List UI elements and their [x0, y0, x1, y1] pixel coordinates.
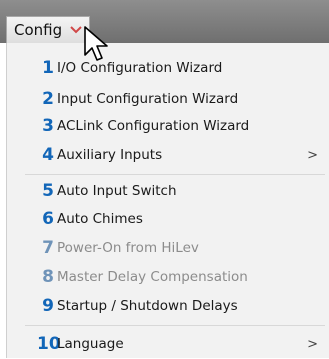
chevron-down-icon[interactable] [68, 22, 84, 38]
menu-item-number: 7 [42, 238, 54, 258]
menu-item-number: 3 [42, 116, 54, 136]
menu-item-power-on-from-hilev: 7 Power-On from HiLev [7, 233, 329, 263]
menu-item-label: Auto Chimes [57, 211, 143, 227]
config-menu-label: Config [14, 21, 63, 39]
menu-item-label: ACLink Configuration Wizard [57, 118, 250, 134]
menu-item-number: 2 [42, 89, 54, 109]
menu-item-number: 1 [42, 58, 54, 78]
menu-item-master-delay-compensation: 8 Master Delay Compensation [7, 262, 329, 292]
menu-item-startup-shutdown-delays[interactable]: 9 Startup / Shutdown Delays [7, 291, 329, 321]
menu-item-number: 5 [42, 181, 54, 201]
menu-item-label: Auto Input Switch [57, 183, 177, 199]
menu-item-auto-chimes[interactable]: 6 Auto Chimes [7, 204, 329, 234]
config-menu-button[interactable]: Config [6, 16, 90, 43]
menu-item-number: 8 [42, 267, 54, 287]
menu-item-input-configuration-wizard[interactable]: 2 Input Configuration Wizard [7, 84, 329, 114]
submenu-arrow-icon: > [307, 336, 318, 352]
menu-item-number: 9 [42, 296, 54, 316]
menu-item-aclink-configuration-wizard[interactable]: 3 ACLink Configuration Wizard [7, 111, 329, 141]
menu-item-number: 10 [37, 334, 61, 354]
menu-item-number: 4 [42, 145, 54, 165]
menu-separator [25, 174, 325, 175]
menu-item-label: I/O Configuration Wizard [57, 60, 223, 76]
config-dropdown-menu: 1 I/O Configuration Wizard 2 Input Confi… [6, 43, 329, 358]
menu-item-auto-input-switch[interactable]: 5 Auto Input Switch [7, 176, 329, 206]
menu-item-label: Auxiliary Inputs [57, 147, 163, 163]
menu-item-auxiliary-inputs[interactable]: 4 Auxiliary Inputs > [7, 140, 329, 170]
menu-item-number: 6 [42, 209, 54, 229]
submenu-arrow-icon: > [307, 147, 318, 163]
menu-item-label: Master Delay Compensation [57, 269, 248, 285]
menu-bar: Config [0, 0, 329, 43]
menu-item-label: Startup / Shutdown Delays [57, 298, 238, 314]
menu-separator [25, 325, 325, 326]
menu-item-io-configuration-wizard[interactable]: 1 I/O Configuration Wizard [7, 53, 329, 83]
menu-item-label: Input Configuration Wizard [57, 91, 239, 107]
menu-item-label: Language [57, 336, 124, 352]
menu-item-label: Power-On from HiLev [57, 240, 199, 256]
menu-item-language[interactable]: 10 Language > [7, 329, 329, 359]
